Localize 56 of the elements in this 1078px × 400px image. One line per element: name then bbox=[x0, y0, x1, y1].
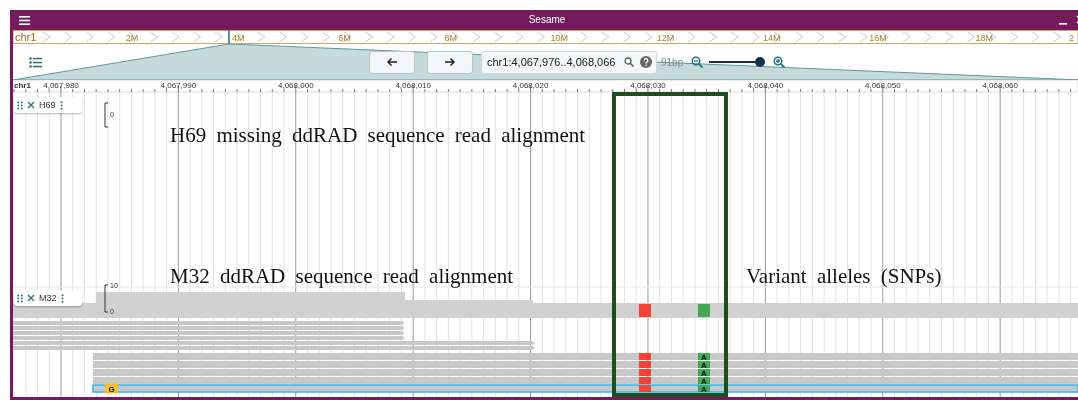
position-label: 4,068,000 bbox=[278, 81, 314, 90]
scale-bracket bbox=[104, 102, 109, 128]
zoom-out-icon[interactable] bbox=[691, 56, 704, 68]
chromosome-label: chr1 bbox=[15, 31, 37, 43]
scale-label: 2 bbox=[1069, 32, 1074, 43]
menu-icon[interactable] bbox=[19, 15, 30, 25]
position-label: 4,068,010 bbox=[395, 81, 431, 90]
drag-handle-icon[interactable] bbox=[17, 100, 23, 110]
scale-label: 14M bbox=[763, 32, 781, 43]
scale-bracket bbox=[104, 284, 109, 313]
zoom-slider[interactable] bbox=[709, 56, 762, 68]
position-label: 4,068,030 bbox=[630, 81, 666, 90]
more-icon[interactable] bbox=[59, 100, 63, 110]
left-arrow-icon bbox=[386, 57, 398, 67]
base-letter: A bbox=[701, 376, 707, 386]
position-label: 4,068,050 bbox=[865, 81, 901, 90]
position-label: 4,068,020 bbox=[512, 81, 549, 90]
scale-label: 10M bbox=[550, 32, 569, 43]
scale-label: 18M bbox=[975, 32, 993, 43]
annotation-text: M32 ddRAD sequence read alignment bbox=[170, 264, 514, 288]
scale-label: 16M bbox=[869, 32, 887, 43]
base-letter: A bbox=[701, 368, 707, 378]
drag-handle-icon[interactable] bbox=[17, 293, 23, 303]
scale-label: 2M bbox=[125, 32, 139, 43]
track-name: H69 bbox=[39, 100, 56, 110]
right-arrow-icon bbox=[444, 57, 456, 67]
track-label[interactable]: H69 bbox=[14, 97, 82, 113]
location-field[interactable]: chr1:4,067,976..4,068,066 bbox=[481, 50, 657, 74]
annotation-text: Variant alleles (SNPs) bbox=[746, 264, 942, 288]
close-icon[interactable] bbox=[27, 101, 35, 109]
position-label: 4,068,040 bbox=[747, 81, 784, 90]
position-label: 4,067,990 bbox=[160, 81, 197, 90]
scale-label: 8M bbox=[444, 32, 457, 43]
scale-label: 6M bbox=[338, 32, 351, 43]
base-letter: G bbox=[108, 384, 115, 394]
back-button[interactable] bbox=[369, 50, 415, 74]
window-title: Sesame bbox=[528, 14, 566, 25]
more-icon[interactable] bbox=[60, 293, 64, 303]
base-letter: A bbox=[701, 360, 707, 370]
list-icon[interactable] bbox=[29, 56, 42, 68]
zoom-in-icon[interactable] bbox=[773, 56, 786, 68]
position-label: 4,068,060 bbox=[982, 81, 1018, 90]
help-icon[interactable] bbox=[640, 56, 652, 68]
track-label[interactable]: M32 bbox=[14, 290, 82, 306]
base-letter: A bbox=[701, 352, 707, 362]
forward-button[interactable] bbox=[427, 50, 473, 74]
chromosome-label: chr1 bbox=[14, 81, 31, 90]
search-icon[interactable] bbox=[624, 57, 634, 67]
base-letter: A bbox=[701, 384, 707, 394]
scale-label: 4M bbox=[232, 32, 245, 43]
annotation-text: H69 missing ddRAD sequence read alignment bbox=[170, 123, 586, 147]
track-name: M32 bbox=[39, 293, 57, 303]
scale-label: 12M bbox=[656, 32, 675, 43]
position-marker bbox=[228, 30, 230, 44]
position-label: 4,067,980 bbox=[43, 81, 79, 90]
close-icon[interactable] bbox=[27, 294, 35, 302]
